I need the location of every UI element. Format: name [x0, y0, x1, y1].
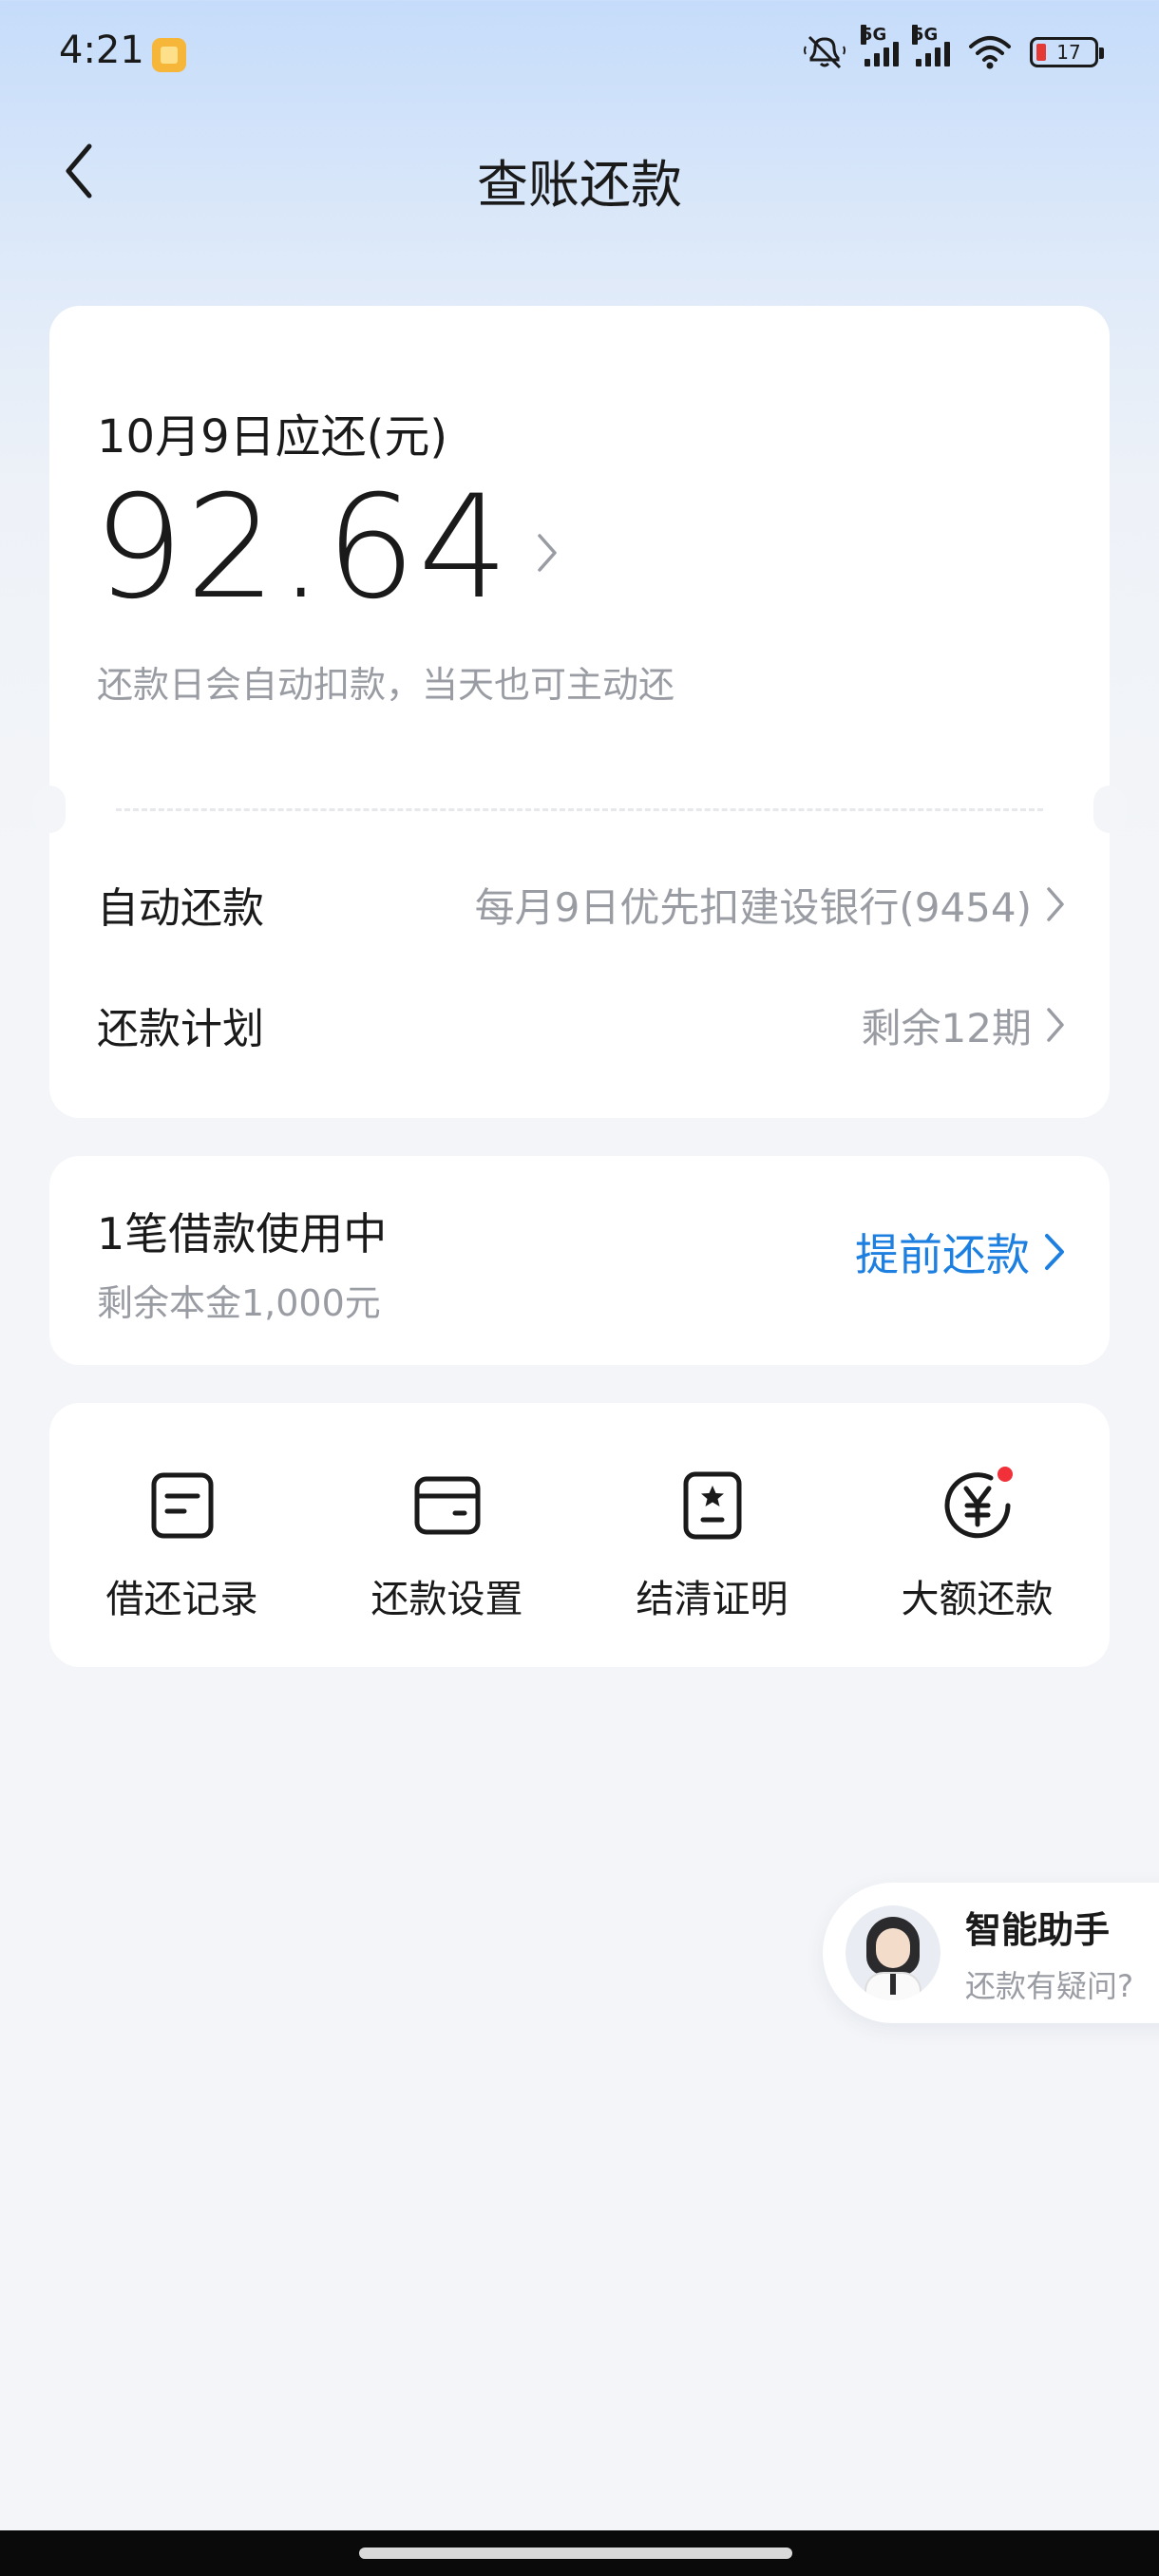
bill-card: 10月9日应还(元) 92.64 还款日会自动扣款，当天也可主动还 自动还款 每… [33, 306, 1126, 1118]
chevron-right-icon [1047, 887, 1064, 921]
chevron-right-icon [1047, 1008, 1064, 1042]
loan-card: 1笔借款使用中 剩余本金1,000元 提前还款 [49, 1156, 1110, 1365]
bill-amount-link[interactable]: 92.64 [93, 477, 560, 619]
ticket-notch-left [33, 786, 66, 833]
home-indicator[interactable] [359, 2548, 792, 2559]
action-label: 大额还款 [901, 1578, 1054, 1621]
auto-repay-label: 自动还款 [97, 884, 264, 933]
signal-icon-1: 5G [861, 25, 899, 66]
action-large-repayment[interactable]: 大额还款 [845, 1403, 1110, 1667]
chevron-right-icon [1045, 1234, 1064, 1270]
repay-plan-label: 还款计划 [97, 1005, 264, 1053]
record-icon [151, 1472, 213, 1539]
signal-icon-2: 5G [912, 25, 950, 66]
status-time: 4:21 [59, 28, 144, 72]
due-date-label: 10月9日应还(元) [97, 410, 448, 464]
action-label: 借还记录 [105, 1578, 258, 1621]
notification-dot [994, 1464, 1016, 1485]
page-title: 查账还款 [477, 155, 682, 215]
auto-debit-note: 还款日会自动扣款，当天也可主动还 [97, 664, 675, 706]
action-settlement-certificate[interactable]: 结清证明 [580, 1403, 845, 1667]
loan-count-title: 1笔借款使用中 [97, 1208, 388, 1260]
prepay-button[interactable]: 提前还款 [855, 1221, 1066, 1283]
smart-assistant-button[interactable]: 智能助手 还款有疑问? [823, 1883, 1159, 2023]
wallet-icon [414, 1476, 480, 1535]
status-bar: 4:21 5G 5G 17 [0, 0, 1159, 104]
system-nav-bar [0, 2530, 1159, 2576]
mute-icon [804, 35, 846, 69]
auto-repay-value: 每月9日优先扣建设银行(9454) [474, 883, 1032, 931]
certificate-icon [683, 1471, 741, 1540]
network-type-2: 5G [912, 25, 939, 45]
action-label: 结清证明 [636, 1578, 788, 1621]
due-amount: 92.64 [93, 465, 511, 631]
battery-level: 17 [1056, 41, 1081, 64]
action-label: 还款设置 [370, 1578, 523, 1621]
assistant-avatar [846, 1905, 940, 2000]
quick-actions-card: 借还记录 还款设置 结清证明 大额还款 [49, 1403, 1110, 1667]
remaining-principal: 剩余本金1,000元 [97, 1282, 381, 1324]
header: 查账还款 [0, 123, 1159, 228]
ticket-notch-right [1093, 786, 1126, 833]
wifi-icon [969, 36, 1011, 69]
dashed-divider [116, 808, 1043, 811]
auto-repay-row[interactable]: 自动还款 每月9日优先扣建设银行(9454) [97, 862, 1066, 947]
prepay-label: 提前还款 [855, 1229, 1030, 1280]
notification-app-icon [152, 38, 186, 72]
action-borrow-repay-records[interactable]: 借还记录 [49, 1403, 314, 1667]
battery-icon: 17 [1030, 37, 1104, 67]
assistant-subtitle: 还款有疑问? [965, 1967, 1133, 2004]
assistant-title: 智能助手 [965, 1908, 1111, 1951]
status-icons: 5G 5G 17 [802, 25, 1104, 76]
action-repay-settings[interactable]: 还款设置 [314, 1403, 580, 1667]
network-type-1: 5G [861, 25, 887, 45]
chevron-right-icon [538, 534, 558, 572]
repay-plan-value: 剩余12期 [861, 1004, 1032, 1051]
repay-plan-row[interactable]: 还款计划 剩余12期 [97, 982, 1066, 1068]
